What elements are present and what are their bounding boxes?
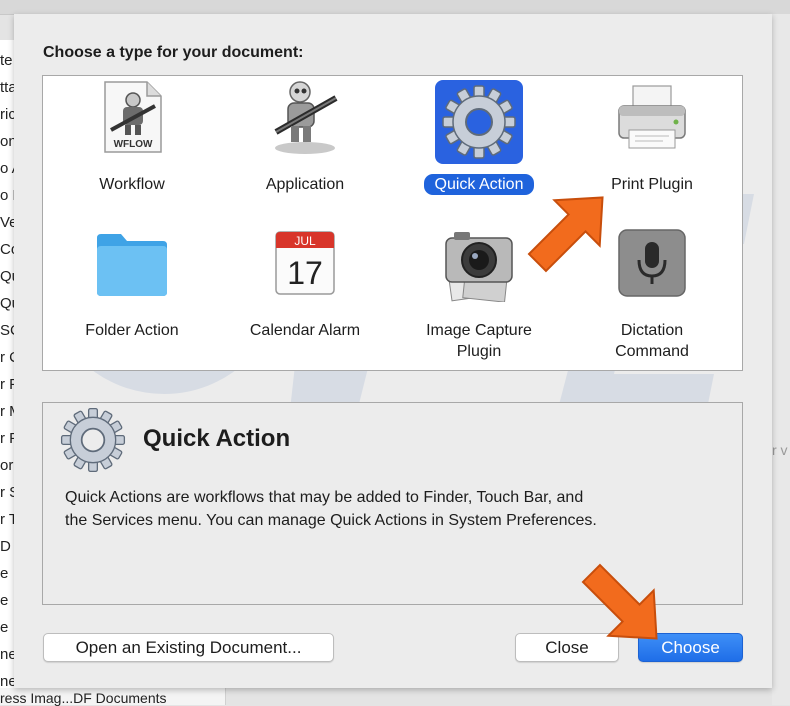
sidebar-fragment: e (0, 592, 9, 609)
label-line: Plugin (456, 343, 502, 360)
automator-robot-icon (274, 81, 338, 154)
type-label-calendar-alarm: Calendar Alarm (249, 322, 361, 339)
workflow-doc-icon: WFLOW (104, 81, 162, 153)
gear-icon (442, 85, 516, 159)
label-line: Command (615, 343, 689, 360)
background-right-panel: r v (772, 14, 790, 705)
choose-document-type-sheet: Choose a type for your document: WFLOW W… (14, 14, 772, 688)
type-label-workflow: Workflow (99, 176, 165, 193)
sidebar-fragment: SC (0, 322, 14, 339)
label-line: Dictation (620, 322, 684, 339)
description-line: the Services menu. You can manage Quick … (65, 512, 597, 529)
close-button[interactable]: Close (515, 633, 619, 662)
calendar-day: 17 (287, 255, 323, 291)
type-tile-print-plugin[interactable]: Print Plugin (565, 78, 739, 218)
type-description-panel: Quick Action Quick Actions are workflows… (42, 402, 743, 605)
sidebar-fragment: r S (0, 484, 14, 501)
background-window-titlebar (0, 0, 790, 15)
calendar-month: JUL (294, 234, 316, 248)
description-line: Quick Actions are workflows that may be … (65, 489, 584, 506)
workflow-icon-text: WFLOW (114, 139, 153, 150)
sidebar-fragment: o A (0, 160, 14, 177)
type-label-quick-action: Quick Action (392, 174, 566, 195)
background-list-text: ress Imag...DF Documents (0, 690, 167, 706)
background-sidebar: te tta ric on o A o F Ve Co Qu Qu SC r C… (0, 40, 15, 705)
camera-icon (445, 232, 513, 302)
label-line: Image Capture (426, 322, 532, 339)
sidebar-fragment: Qu (0, 268, 14, 285)
sidebar-fragment: r C (0, 349, 14, 366)
sidebar-fragment: Co (0, 241, 14, 258)
sidebar-fragment: e (0, 619, 9, 636)
microphone-icon (618, 229, 686, 297)
sidebar-fragment: tta (0, 79, 14, 96)
sidebar-fragment: r M (0, 403, 14, 420)
type-tile-dictation-command[interactable]: Dictation Command (565, 224, 739, 364)
type-tile-quick-action[interactable]: Quick Action (392, 78, 566, 218)
background-list-row: ress Imag...DF Documents (0, 688, 226, 706)
sidebar-fragment: Qu (0, 295, 14, 312)
calendar-icon: JUL 17 (275, 231, 335, 295)
open-existing-document-button[interactable]: Open an Existing Document... (43, 633, 334, 662)
type-tile-image-capture-plugin[interactable]: Image Capture Plugin (392, 224, 566, 364)
type-label-dictation-command: Dictation Command (565, 320, 739, 362)
printer-icon (618, 85, 686, 149)
gear-icon (60, 407, 126, 473)
sidebar-fragment: r F (0, 376, 14, 393)
sidebar-fragment: ric (0, 106, 15, 123)
type-label-folder-action: Folder Action (85, 322, 179, 339)
sidebar-fragment: r F (0, 430, 14, 447)
detail-title: Quick Action (143, 425, 291, 452)
sidebar-fragment: Ve (0, 214, 14, 231)
type-label-application: Application (265, 176, 345, 193)
sidebar-fragment: on (0, 133, 14, 150)
sidebar-fragment: r T (0, 511, 14, 528)
choose-button[interactable]: Choose (638, 633, 743, 662)
document-type-grid: WFLOW Workflow Application Quick Action … (42, 75, 743, 371)
type-label-image-capture-plugin: Image Capture Plugin (392, 320, 566, 362)
sidebar-fragment: e (0, 565, 9, 582)
detail-description: Quick Actions are workflows that may be … (65, 486, 725, 532)
dialog-prompt: Choose a type for your document: (43, 44, 304, 61)
sidebar-fragment: ne (0, 646, 14, 663)
sidebar-fragment: D (0, 538, 11, 555)
type-label-print-plugin: Print Plugin (611, 176, 693, 193)
type-tile-folder-action[interactable]: Folder Action (45, 224, 219, 364)
type-tile-workflow[interactable]: WFLOW Workflow (45, 78, 219, 218)
type-tile-calendar-alarm[interactable]: JUL 17 Calendar Alarm (218, 224, 392, 364)
type-tile-application[interactable]: Application (218, 78, 392, 218)
sidebar-fragment: te (0, 52, 13, 69)
background-right-text: r v (772, 442, 788, 458)
sidebar-fragment: o F (0, 187, 14, 204)
folder-icon (97, 234, 167, 296)
sidebar-fragment: or (0, 457, 14, 474)
